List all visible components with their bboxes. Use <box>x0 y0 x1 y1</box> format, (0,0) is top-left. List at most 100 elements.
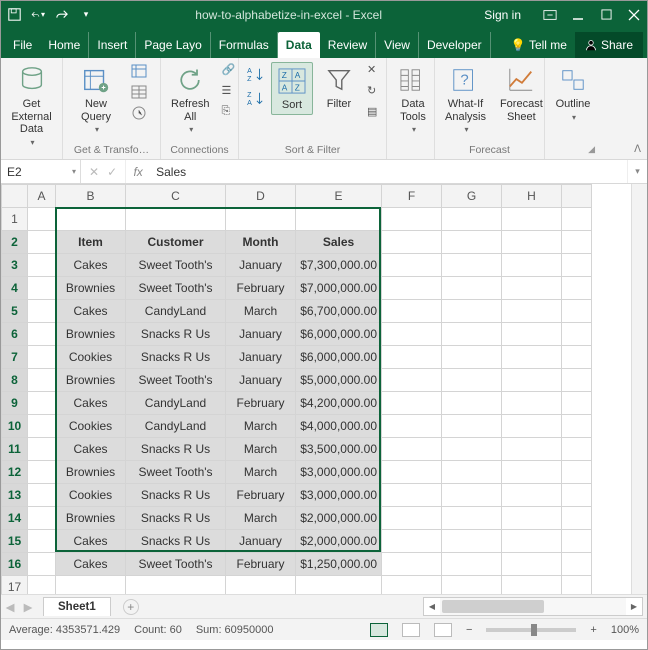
cell[interactable]: January <box>226 346 296 369</box>
sheet-tab[interactable]: Sheet1 <box>43 597 111 616</box>
column-header-A[interactable]: A <box>28 185 56 208</box>
cell[interactable]: $4,200,000.00 <box>296 392 382 415</box>
cell[interactable]: January <box>226 323 296 346</box>
cell[interactable] <box>382 346 442 369</box>
cell[interactable]: March <box>226 461 296 484</box>
cell[interactable] <box>382 231 442 254</box>
zoom-slider[interactable] <box>486 628 576 632</box>
cell[interactable] <box>442 530 502 553</box>
cell[interactable]: CandyLand <box>126 392 226 415</box>
cell[interactable] <box>296 208 382 231</box>
cell[interactable]: Snacks R Us <box>126 323 226 346</box>
cell[interactable] <box>382 323 442 346</box>
cell[interactable]: Sweet Tooth's <box>126 461 226 484</box>
cell[interactable]: Brownies <box>56 369 126 392</box>
cell[interactable]: Cookies <box>56 484 126 507</box>
cell[interactable] <box>28 208 56 231</box>
cell[interactable] <box>28 254 56 277</box>
cell[interactable]: $2,000,000.00 <box>296 507 382 530</box>
cell[interactable]: January <box>226 254 296 277</box>
cell[interactable]: Snacks R Us <box>126 346 226 369</box>
cell[interactable] <box>28 438 56 461</box>
cell[interactable]: January <box>226 369 296 392</box>
outline-button[interactable]: Outline <box>551 62 595 124</box>
zoom-out-button[interactable]: − <box>466 624 472 636</box>
cell[interactable] <box>382 461 442 484</box>
cell[interactable]: Brownies <box>56 461 126 484</box>
cell[interactable] <box>442 300 502 323</box>
cell[interactable]: March <box>226 300 296 323</box>
formula-input[interactable]: Sales <box>150 160 627 183</box>
column-header-E[interactable]: E <box>296 185 382 208</box>
row-header-4[interactable]: 4 <box>2 277 28 300</box>
cell[interactable] <box>382 208 442 231</box>
cell[interactable] <box>28 300 56 323</box>
cell[interactable]: Sweet Tooth's <box>126 553 226 576</box>
cell[interactable]: CandyLand <box>126 415 226 438</box>
cell[interactable]: Brownies <box>56 323 126 346</box>
cell[interactable] <box>28 553 56 576</box>
cell[interactable]: Cookies <box>56 346 126 369</box>
row-header-11[interactable]: 11 <box>2 438 28 461</box>
column-header-F[interactable]: F <box>382 185 442 208</box>
show-queries-button[interactable] <box>129 62 149 80</box>
maximize-icon[interactable] <box>599 8 613 22</box>
row-header-8[interactable]: 8 <box>2 369 28 392</box>
cell[interactable]: Sweet Tooth's <box>126 369 226 392</box>
tab-data[interactable]: Data <box>278 32 320 58</box>
qat-customize-icon[interactable]: ▾ <box>79 8 93 22</box>
dialog-launcher-icon[interactable]: ◢ <box>588 144 595 155</box>
tab-nav-next[interactable]: ▶ <box>19 600 37 614</box>
cell[interactable] <box>502 323 562 346</box>
cell[interactable] <box>502 300 562 323</box>
cell[interactable] <box>382 392 442 415</box>
cell[interactable]: March <box>226 438 296 461</box>
cell[interactable]: Customer <box>126 231 226 254</box>
cell[interactable] <box>502 576 562 595</box>
cell[interactable]: Cakes <box>56 392 126 415</box>
tab-nav-prev[interactable]: ◀ <box>1 600 19 614</box>
page-break-view-button[interactable] <box>434 623 452 637</box>
cell[interactable] <box>442 277 502 300</box>
tab-home[interactable]: Home <box>40 32 89 58</box>
horizontal-scrollbar[interactable]: ◀ ▶ <box>423 597 643 616</box>
cell[interactable]: February <box>226 484 296 507</box>
filter-button[interactable]: Filter <box>319 62 359 113</box>
row-header-6[interactable]: 6 <box>2 323 28 346</box>
page-layout-view-button[interactable] <box>402 623 420 637</box>
column-header-G[interactable]: G <box>442 185 502 208</box>
cell[interactable]: Cookies <box>56 415 126 438</box>
tell-me[interactable]: 💡 Tell me <box>503 32 575 58</box>
tab-formulas[interactable]: Formulas <box>211 32 278 58</box>
tab-developer[interactable]: Developer <box>419 32 491 58</box>
cell[interactable]: $3,500,000.00 <box>296 438 382 461</box>
sign-in-link[interactable]: Sign in <box>484 8 521 22</box>
cell[interactable]: $4,000,000.00 <box>296 415 382 438</box>
row-header-15[interactable]: 15 <box>2 530 28 553</box>
cell[interactable] <box>296 576 382 595</box>
cell[interactable] <box>28 323 56 346</box>
minimize-icon[interactable] <box>571 8 585 22</box>
cell[interactable] <box>442 346 502 369</box>
cell[interactable] <box>28 507 56 530</box>
cell[interactable]: February <box>226 277 296 300</box>
sort-az-button[interactable]: AZ <box>245 66 265 84</box>
cell[interactable] <box>382 369 442 392</box>
cell[interactable]: Brownies <box>56 277 126 300</box>
new-query-button[interactable]: New Query <box>69 62 123 136</box>
redo-icon[interactable] <box>55 8 69 22</box>
cell[interactable] <box>502 346 562 369</box>
row-header-13[interactable]: 13 <box>2 484 28 507</box>
cell[interactable] <box>442 415 502 438</box>
cell[interactable] <box>56 576 126 595</box>
cell[interactable]: Snacks R Us <box>126 507 226 530</box>
cell[interactable] <box>442 576 502 595</box>
cell[interactable] <box>502 231 562 254</box>
cell[interactable]: Snacks R Us <box>126 484 226 507</box>
cell[interactable]: February <box>226 553 296 576</box>
normal-view-button[interactable] <box>370 623 388 637</box>
select-all-corner[interactable] <box>2 185 28 208</box>
row-header-3[interactable]: 3 <box>2 254 28 277</box>
cell[interactable]: Brownies <box>56 507 126 530</box>
cell[interactable] <box>382 300 442 323</box>
